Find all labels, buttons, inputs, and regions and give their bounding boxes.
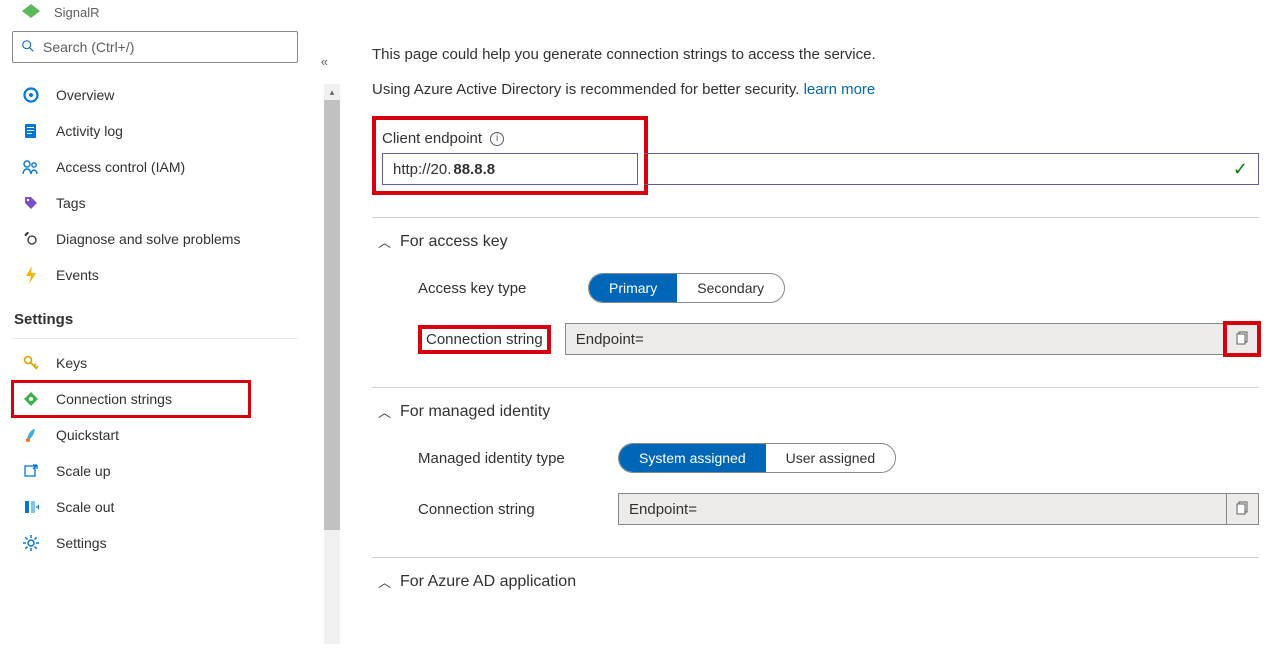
signalr-icon (22, 4, 40, 21)
pill-secondary[interactable]: Secondary (677, 274, 784, 302)
sidebar-item-connection-strings[interactable]: Connection strings (12, 381, 250, 417)
section-aad-app-title: For Azure AD application (400, 573, 576, 591)
sidebar-item-scale-out[interactable]: Scale out (12, 489, 298, 525)
sidebar-item-events[interactable]: Events (12, 257, 298, 293)
main-content: This page could help you generate connec… (310, 0, 1269, 652)
sidebar-item-label: Access control (IAM) (56, 159, 185, 175)
sidebar-item-label: Diagnose and solve problems (56, 231, 240, 247)
divider (12, 338, 298, 339)
sidebar-section-settings: Settings (12, 293, 298, 334)
sidebar-item-keys[interactable]: Keys (12, 345, 298, 381)
sidebar-item-label: Activity log (56, 123, 123, 139)
overview-icon (22, 87, 40, 103)
search-icon (21, 39, 35, 56)
access-key-type-label: Access key type (418, 280, 588, 297)
copy-icon (1236, 501, 1250, 518)
sidebar: SignalR « ▴ Overview Activity log (0, 0, 310, 652)
section-aad-app-header[interactable]: ︿ For Azure AD application (372, 558, 1259, 603)
section-managed-identity-header[interactable]: ︿ For managed identity (372, 388, 1259, 433)
managed-identity-conn-field[interactable]: Endpoint= (618, 493, 1259, 525)
client-endpoint-input[interactable]: http://20. 88.8.8 (382, 153, 638, 185)
copy-access-key-button[interactable] (1226, 324, 1258, 354)
settings-icon (22, 535, 40, 551)
section-managed-identity-title: For managed identity (400, 403, 550, 421)
sidebar-title: SignalR (54, 5, 100, 20)
sidebar-item-label: Events (56, 267, 99, 283)
access-control-icon (22, 159, 40, 175)
sidebar-item-label: Settings (56, 535, 107, 551)
tags-icon (22, 195, 40, 211)
sidebar-item-label: Scale up (56, 463, 110, 479)
chevron-up-icon: ︿ (378, 402, 400, 421)
access-key-conn-label: Connection string (426, 331, 543, 348)
info-icon[interactable]: i (490, 132, 504, 146)
sidebar-item-settings[interactable]: Settings (12, 525, 298, 561)
client-endpoint-value-b: 88.8.8 (453, 161, 495, 178)
quickstart-icon (22, 427, 40, 443)
conn-string-label-highlight: Connection string (418, 325, 551, 354)
client-endpoint-value-a: http://20. (393, 161, 451, 178)
sidebar-item-quickstart[interactable]: Quickstart (12, 417, 298, 453)
activity-log-icon (22, 123, 40, 139)
sidebar-item-activity-log[interactable]: Activity log (12, 113, 298, 149)
sidebar-item-tags[interactable]: Tags (12, 185, 298, 221)
events-icon (22, 266, 40, 284)
managed-identity-type-label: Managed identity type (418, 450, 618, 467)
intro-text-2-prefix: Using Azure Active Directory is recommen… (372, 81, 804, 98)
intro-text-1: This page could help you generate connec… (372, 46, 1259, 63)
sidebar-item-label: Keys (56, 355, 87, 371)
sidebar-item-scale-up[interactable]: Scale up (12, 453, 298, 489)
sidebar-item-label: Overview (56, 87, 114, 103)
access-key-conn-value: Endpoint= (566, 324, 1226, 354)
pill-primary[interactable]: Primary (589, 274, 677, 302)
chevron-up-icon: ︿ (378, 232, 400, 251)
section-access-key-header[interactable]: ︿ For access key (372, 218, 1259, 263)
managed-identity-conn-label: Connection string (418, 501, 618, 518)
search-input[interactable] (43, 39, 289, 55)
search-box[interactable] (12, 31, 298, 63)
managed-identity-conn-value: Endpoint= (619, 494, 1226, 524)
sidebar-item-overview[interactable]: Overview (12, 77, 298, 113)
chevron-up-icon: ︿ (378, 572, 400, 591)
sidebar-item-access-control[interactable]: Access control (IAM) (12, 149, 298, 185)
scale-out-icon (22, 499, 40, 515)
check-icon: ✓ (1233, 159, 1248, 180)
copy-icon (1236, 331, 1250, 348)
sidebar-item-label: Scale out (56, 499, 114, 515)
copy-managed-identity-button[interactable] (1226, 494, 1258, 524)
sidebar-item-diagnose[interactable]: Diagnose and solve problems (12, 221, 298, 257)
client-endpoint-highlight: Client endpoint i http://20. 88.8.8 (372, 116, 648, 195)
access-key-conn-field[interactable]: Endpoint= (565, 323, 1259, 355)
learn-more-link[interactable]: learn more (804, 81, 876, 98)
managed-identity-type-toggle[interactable]: System assigned User assigned (618, 443, 896, 473)
intro-text-2: Using Azure Active Directory is recommen… (372, 81, 1259, 98)
keys-icon (22, 355, 40, 371)
sidebar-item-label: Tags (56, 195, 86, 211)
access-key-type-toggle[interactable]: Primary Secondary (588, 273, 785, 303)
sidebar-item-label: Quickstart (56, 427, 119, 443)
client-endpoint-label: Client endpoint (382, 130, 482, 147)
pill-user-assigned[interactable]: User assigned (766, 444, 896, 472)
pill-system-assigned[interactable]: System assigned (619, 444, 766, 472)
scale-up-icon (22, 463, 40, 479)
diagnose-icon (22, 231, 40, 247)
sidebar-item-label: Connection strings (56, 391, 172, 407)
client-endpoint-input-ext[interactable]: ✓ (644, 153, 1259, 185)
section-access-key-title: For access key (400, 233, 508, 251)
connection-strings-icon (22, 391, 40, 407)
